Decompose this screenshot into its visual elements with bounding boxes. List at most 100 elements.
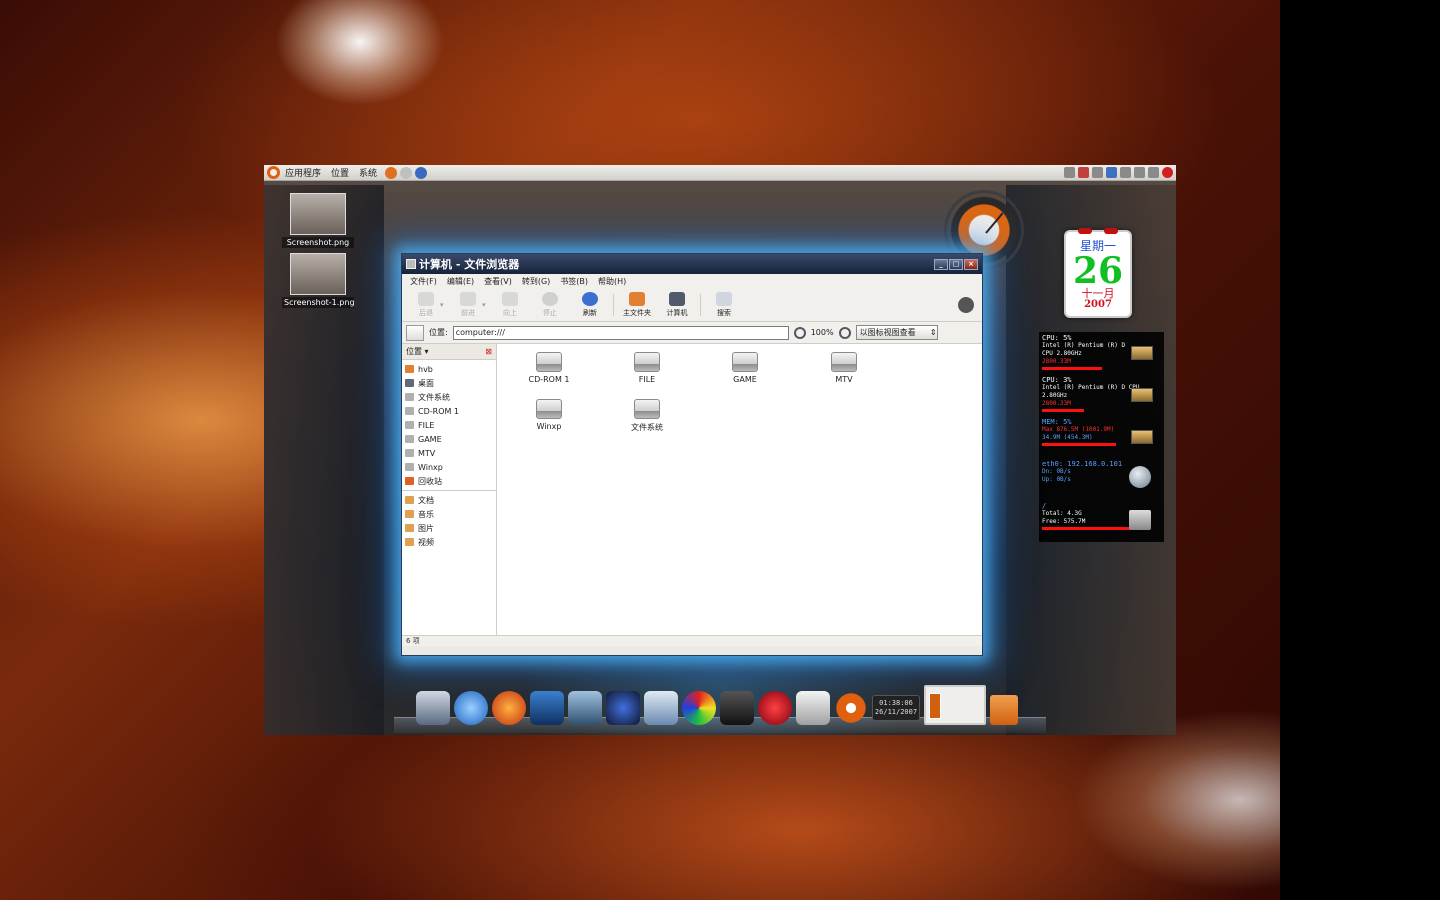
up-arrow-icon bbox=[502, 292, 518, 306]
net-block: eth0: 192.168.0.101 Dn: 0B/s Up: 0B/s bbox=[1042, 460, 1161, 502]
home-button[interactable]: 主文件夹 bbox=[617, 292, 657, 318]
ubuntu-dock-icon[interactable] bbox=[834, 691, 868, 725]
reload-button[interactable]: 刷新 bbox=[570, 292, 610, 318]
location-input[interactable]: computer:/// bbox=[452, 325, 789, 340]
menu-go[interactable]: 转到(G) bbox=[517, 276, 555, 287]
zoom-in-icon[interactable] bbox=[838, 326, 851, 339]
mail-launcher-icon[interactable] bbox=[400, 166, 413, 179]
network-tray-icon[interactable] bbox=[1092, 167, 1103, 178]
folder-icon bbox=[405, 496, 414, 504]
window-icon bbox=[406, 259, 416, 269]
maximize-button[interactable]: □ bbox=[949, 258, 963, 270]
opera-dock-icon[interactable] bbox=[758, 691, 792, 725]
sidebar-item-trash[interactable]: 回收站 bbox=[402, 474, 496, 488]
notification-tray-icon[interactable] bbox=[1064, 167, 1075, 178]
up-button[interactable]: 向上 bbox=[490, 292, 530, 318]
computer-dock-icon[interactable] bbox=[416, 691, 450, 725]
back-label: 后退 bbox=[419, 309, 433, 317]
file-item-cdrom[interactable]: CD-ROM 1 bbox=[509, 352, 589, 384]
sidebar-item-label: 音乐 bbox=[418, 509, 434, 519]
computer-button[interactable]: 计算机 bbox=[657, 292, 697, 318]
trash-dock-icon[interactable] bbox=[990, 695, 1018, 725]
calendar-day: 26 bbox=[1072, 250, 1124, 292]
file-item-game[interactable]: GAME bbox=[705, 352, 785, 384]
close-button[interactable]: × bbox=[964, 258, 978, 270]
reload-icon bbox=[582, 292, 598, 306]
display-tray-icon[interactable] bbox=[1106, 167, 1117, 178]
file-item-mtv[interactable]: MTV bbox=[804, 352, 884, 384]
editor-dock-icon[interactable] bbox=[530, 691, 564, 725]
stop-button[interactable]: 停止 bbox=[530, 292, 570, 318]
sidebar-item-desktop[interactable]: 桌面 bbox=[402, 376, 496, 390]
menu-bookmarks[interactable]: 书签(B) bbox=[555, 276, 593, 287]
menu-edit[interactable]: 编辑(E) bbox=[442, 276, 479, 287]
drive-icon bbox=[634, 399, 660, 419]
sidebar-item-winxp[interactable]: Winxp bbox=[402, 460, 496, 474]
sidebar-item-file[interactable]: FILE bbox=[402, 418, 496, 432]
drive-icon bbox=[405, 421, 414, 429]
ubuntu-logo-icon[interactable] bbox=[267, 166, 280, 179]
sidebar-item-mtv[interactable]: MTV bbox=[402, 446, 496, 460]
sidebar-item-music[interactable]: 音乐 bbox=[402, 507, 496, 521]
menu-places[interactable]: 位置 bbox=[326, 166, 354, 179]
sidebar-item-videos[interactable]: 视频 bbox=[402, 535, 496, 549]
power-icon[interactable] bbox=[1162, 167, 1173, 178]
menu-view[interactable]: 查看(V) bbox=[479, 276, 517, 287]
sidebar-item-filesystem[interactable]: 文件系统 bbox=[402, 390, 496, 404]
file-item-filesystem[interactable]: 文件系统 bbox=[607, 399, 687, 433]
browser-dock-icon[interactable] bbox=[454, 691, 488, 725]
display-dock-icon[interactable] bbox=[644, 691, 678, 725]
search-button[interactable]: 搜索 bbox=[704, 292, 744, 318]
desktop-file-label: Screenshot-1.png bbox=[282, 297, 355, 308]
close-pane-icon[interactable]: ⊠ bbox=[485, 347, 492, 356]
monitor-tray-icon[interactable] bbox=[1120, 167, 1131, 178]
firefox-launcher-icon[interactable] bbox=[385, 166, 398, 179]
desktop-file-screenshot[interactable]: Screenshot.png bbox=[282, 193, 354, 248]
file-item-winxp[interactable]: Winxp bbox=[509, 399, 589, 431]
side-pane-selector[interactable]: 位置 ▾ bbox=[406, 346, 429, 357]
stop-icon bbox=[542, 292, 558, 306]
computer-label: 计算机 bbox=[666, 309, 688, 317]
desktop-file-screenshot-1[interactable]: Screenshot-1.png bbox=[282, 253, 355, 308]
color-picker-dock-icon[interactable] bbox=[682, 691, 716, 725]
file-browser-window: 计算机 - 文件浏览器 _ □ × 文件(F) 编辑(E) 查看(V) 转到(G… bbox=[401, 253, 983, 656]
menu-applications[interactable]: 应用程序 bbox=[280, 166, 326, 179]
chat-dock-icon[interactable] bbox=[568, 691, 602, 725]
sidebar-item-label: CD-ROM 1 bbox=[418, 406, 460, 416]
firefox-dock-icon[interactable] bbox=[492, 691, 526, 725]
sidebar-item-game[interactable]: GAME bbox=[402, 432, 496, 446]
system-monitor-widget: CPU: 5% Intel (R) Pentium (R) D CPU 2.80… bbox=[1039, 332, 1164, 542]
side-pane-title: 位置 bbox=[406, 347, 422, 356]
minimized-window-thumbnail[interactable] bbox=[924, 685, 986, 725]
file-item-label: GAME bbox=[733, 375, 757, 384]
volume-tray-icon[interactable] bbox=[1148, 167, 1159, 178]
menu-system[interactable]: 系统 bbox=[354, 166, 382, 179]
update-tray-icon[interactable] bbox=[1078, 167, 1089, 178]
folder-icon bbox=[405, 538, 414, 546]
window-titlebar[interactable]: 计算机 - 文件浏览器 _ □ × bbox=[402, 254, 982, 274]
camera-dock-icon[interactable] bbox=[720, 691, 754, 725]
cpu1-bar bbox=[1042, 409, 1084, 412]
file-item-file[interactable]: FILE bbox=[607, 352, 687, 384]
sidebar-item-cdrom[interactable]: CD-ROM 1 bbox=[402, 404, 496, 418]
menu-help[interactable]: 帮助(H) bbox=[593, 276, 631, 287]
forward-history-dropdown-icon[interactable]: ▾ bbox=[482, 301, 490, 309]
folder-icon bbox=[405, 524, 414, 532]
sidebar-item-home[interactable]: hvb bbox=[402, 362, 496, 376]
search-label: 搜索 bbox=[717, 309, 731, 317]
back-history-dropdown-icon[interactable]: ▾ bbox=[440, 301, 448, 309]
minimize-button[interactable]: _ bbox=[934, 258, 948, 270]
sidebar-item-pictures[interactable]: 图片 bbox=[402, 521, 496, 535]
sidebar-item-documents[interactable]: 文档 bbox=[402, 493, 496, 507]
location-toggle-button[interactable] bbox=[406, 324, 424, 341]
help-launcher-icon[interactable] bbox=[415, 166, 428, 179]
view-mode-select[interactable]: 以图标视图查看 ⇕ bbox=[855, 325, 938, 340]
drive-dock-icon[interactable] bbox=[796, 691, 830, 725]
media-dock-icon[interactable] bbox=[606, 691, 640, 725]
menu-file[interactable]: 文件(F) bbox=[405, 276, 442, 287]
battery-tray-icon[interactable] bbox=[1134, 167, 1145, 178]
location-label: 位置: bbox=[429, 328, 448, 337]
file-item-label: FILE bbox=[638, 375, 656, 384]
zoom-out-icon[interactable] bbox=[793, 326, 806, 339]
view-mode-value: 以图标视图查看 bbox=[859, 328, 916, 337]
